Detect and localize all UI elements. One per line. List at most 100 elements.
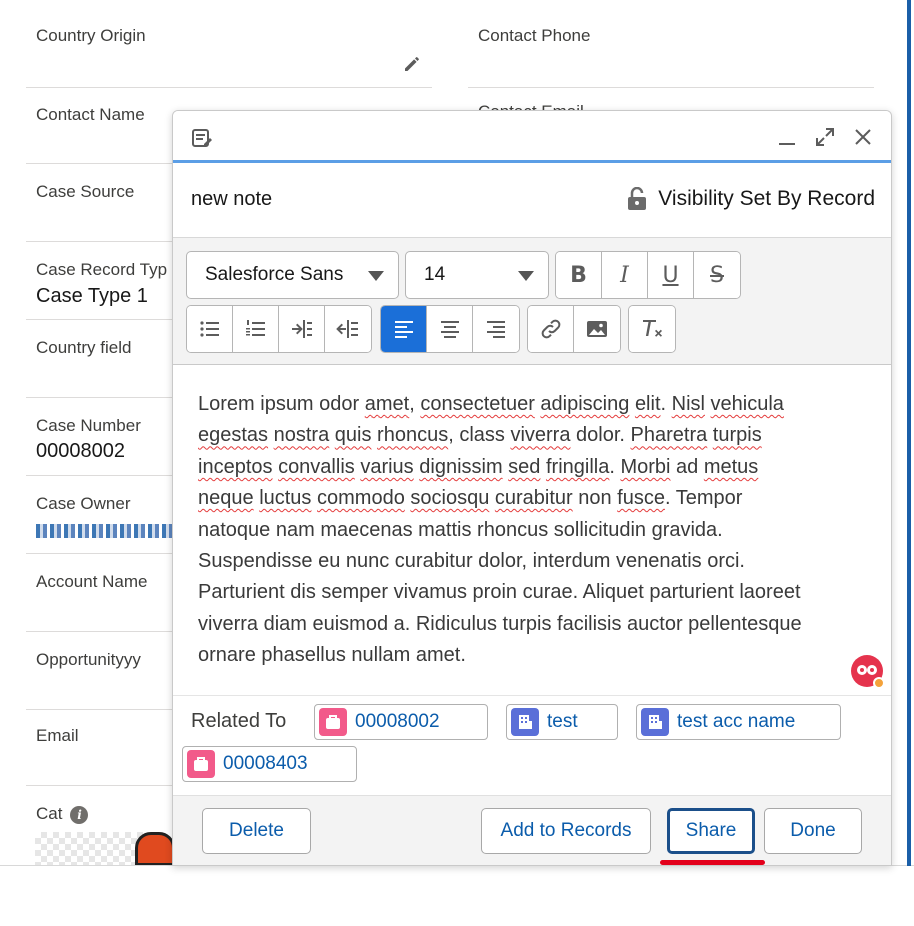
strikethrough-icon: S bbox=[710, 262, 724, 288]
body-line: neque luctus commodo sociosqu curabitur … bbox=[198, 487, 743, 510]
outdent-button[interactable] bbox=[325, 306, 371, 352]
font-family-select[interactable]: Salesforce Sans bbox=[186, 251, 399, 299]
done-button[interactable]: Done bbox=[764, 808, 862, 854]
insert-link-button[interactable] bbox=[528, 306, 574, 352]
font-size-select[interactable]: 14 bbox=[405, 251, 549, 299]
alignment-group bbox=[380, 305, 520, 353]
panel-header bbox=[173, 111, 891, 163]
field-case-owner: Case Owner bbox=[26, 476, 176, 554]
align-right-button[interactable] bbox=[473, 306, 519, 352]
align-left-button[interactable] bbox=[381, 306, 427, 352]
font-size-value: 14 bbox=[424, 264, 446, 285]
body-line: inceptos convallis varius dignissim sed … bbox=[198, 455, 759, 478]
indent-icon bbox=[291, 320, 312, 338]
minimize-icon[interactable] bbox=[775, 125, 799, 149]
numbered-list-button[interactable] bbox=[233, 306, 279, 352]
highlight-underline bbox=[660, 860, 765, 865]
cat-image bbox=[135, 832, 175, 866]
field-label: Case Source bbox=[36, 182, 135, 201]
related-record-pill[interactable]: 00008002 bbox=[314, 704, 488, 740]
rich-text-toolbar: Salesforce Sans 14 B I U S bbox=[173, 237, 891, 365]
field-label: Country Origin bbox=[36, 26, 146, 45]
text-style-group: B I U S bbox=[555, 251, 741, 299]
bold-button[interactable]: B bbox=[556, 252, 602, 298]
underline-icon: U bbox=[662, 262, 679, 288]
note-body-text[interactable]: Lorem ipsum odor amet, consectetuer adip… bbox=[198, 389, 878, 672]
underline-button[interactable]: U bbox=[648, 252, 694, 298]
align-center-button[interactable] bbox=[427, 306, 473, 352]
body-line: viverra diam euismod a. Ridiculus turpis… bbox=[198, 612, 802, 635]
body-line: Parturient dis semper vivamus proin cura… bbox=[198, 581, 801, 604]
font-family-value: Salesforce Sans bbox=[205, 264, 344, 285]
field-label: Account Name bbox=[36, 572, 148, 591]
align-right-icon bbox=[487, 321, 505, 338]
case-icon bbox=[319, 708, 347, 736]
chevron-down-icon bbox=[368, 271, 384, 281]
insert-group bbox=[527, 305, 621, 353]
bulleted-list-icon bbox=[199, 321, 219, 337]
related-record-pill[interactable]: test acc name bbox=[636, 704, 841, 740]
delete-button[interactable]: Delete bbox=[202, 808, 311, 854]
info-icon[interactable]: i bbox=[70, 805, 89, 824]
expand-icon[interactable] bbox=[813, 125, 837, 149]
note-icon bbox=[192, 129, 212, 147]
body-line: ornare phasellus nullam amet. bbox=[198, 644, 466, 667]
indent-button[interactable] bbox=[279, 306, 325, 352]
body-line: Lorem ipsum odor amet, consectetuer adip… bbox=[198, 393, 784, 415]
body-line: egestas nostra quis rhoncus, class viver… bbox=[198, 424, 762, 447]
field-opportunity: Opportunityyy bbox=[26, 632, 176, 710]
field-value: 00008002 bbox=[36, 440, 125, 462]
outdent-icon bbox=[336, 320, 358, 338]
field-case-number: Case Number 00008002 bbox=[26, 398, 176, 476]
field-country-origin: Country Origin bbox=[26, 8, 432, 88]
field-label: Case Number bbox=[36, 416, 141, 435]
field-account-name: Account Name bbox=[26, 554, 176, 632]
italic-button[interactable]: I bbox=[602, 252, 648, 298]
bulleted-list-button[interactable] bbox=[187, 306, 233, 352]
field-label: Contact Name bbox=[36, 105, 145, 124]
clear-formatting-button[interactable] bbox=[629, 306, 675, 352]
note-title-row: new note Visibility Set By Record bbox=[173, 165, 891, 237]
note-title-input[interactable]: new note bbox=[191, 188, 272, 211]
field-label: Country field bbox=[36, 338, 132, 357]
field-country-field: Country field bbox=[26, 320, 176, 398]
related-to-label: Related To bbox=[191, 710, 287, 732]
align-left-icon bbox=[394, 321, 413, 338]
note-composer-panel: new note Visibility Set By Record Salesf… bbox=[172, 110, 892, 866]
edit-pencil-icon[interactable] bbox=[402, 54, 422, 74]
clear-format-group bbox=[628, 305, 676, 353]
italic-icon: I bbox=[620, 262, 629, 288]
share-button[interactable]: Share bbox=[667, 808, 755, 854]
body-line: natoque nam maecenas mattis rhoncus soll… bbox=[198, 518, 723, 541]
insert-image-button[interactable] bbox=[574, 306, 620, 352]
numbered-list-icon bbox=[245, 320, 265, 336]
pill-label: 00008403 bbox=[223, 753, 308, 774]
field-case-source: Case Source bbox=[26, 164, 176, 242]
field-cat: Cat i bbox=[26, 786, 176, 826]
link-icon bbox=[541, 319, 560, 339]
field-label: Contact Email bbox=[478, 102, 584, 110]
case-icon bbox=[187, 750, 215, 778]
pill-label: test acc name bbox=[677, 711, 796, 732]
visibility-indicator: Visibility Set By Record bbox=[626, 185, 875, 213]
right-edge-bar bbox=[907, 0, 911, 866]
field-label: Contact Phone bbox=[478, 26, 591, 45]
grammar-assistant-icon[interactable] bbox=[851, 655, 885, 689]
close-icon[interactable] bbox=[851, 125, 875, 149]
account-icon bbox=[511, 708, 539, 736]
align-center-icon bbox=[440, 321, 459, 338]
field-label: Opportunityyy bbox=[36, 650, 141, 669]
unlock-icon bbox=[628, 187, 647, 210]
field-label: Case Owner bbox=[36, 494, 131, 513]
field-label: Email bbox=[36, 726, 79, 745]
note-body-editor[interactable]: Lorem ipsum odor amet, consectetuer adip… bbox=[173, 365, 891, 695]
panel-footer: Delete Add to Records Share Done bbox=[173, 795, 891, 865]
related-to-section: Related To 00008002 test test acc name 0… bbox=[173, 695, 891, 795]
owner-link-redacted[interactable] bbox=[36, 524, 176, 538]
field-contact-phone: Contact Phone bbox=[468, 8, 874, 88]
strikethrough-button[interactable]: S bbox=[694, 252, 740, 298]
related-record-pill[interactable]: test bbox=[506, 704, 618, 740]
add-to-records-button[interactable]: Add to Records bbox=[481, 808, 651, 854]
related-record-pill[interactable]: 00008403 bbox=[182, 746, 357, 782]
body-line: Suspendisse eu nunc curabitur dolor, int… bbox=[198, 550, 745, 573]
